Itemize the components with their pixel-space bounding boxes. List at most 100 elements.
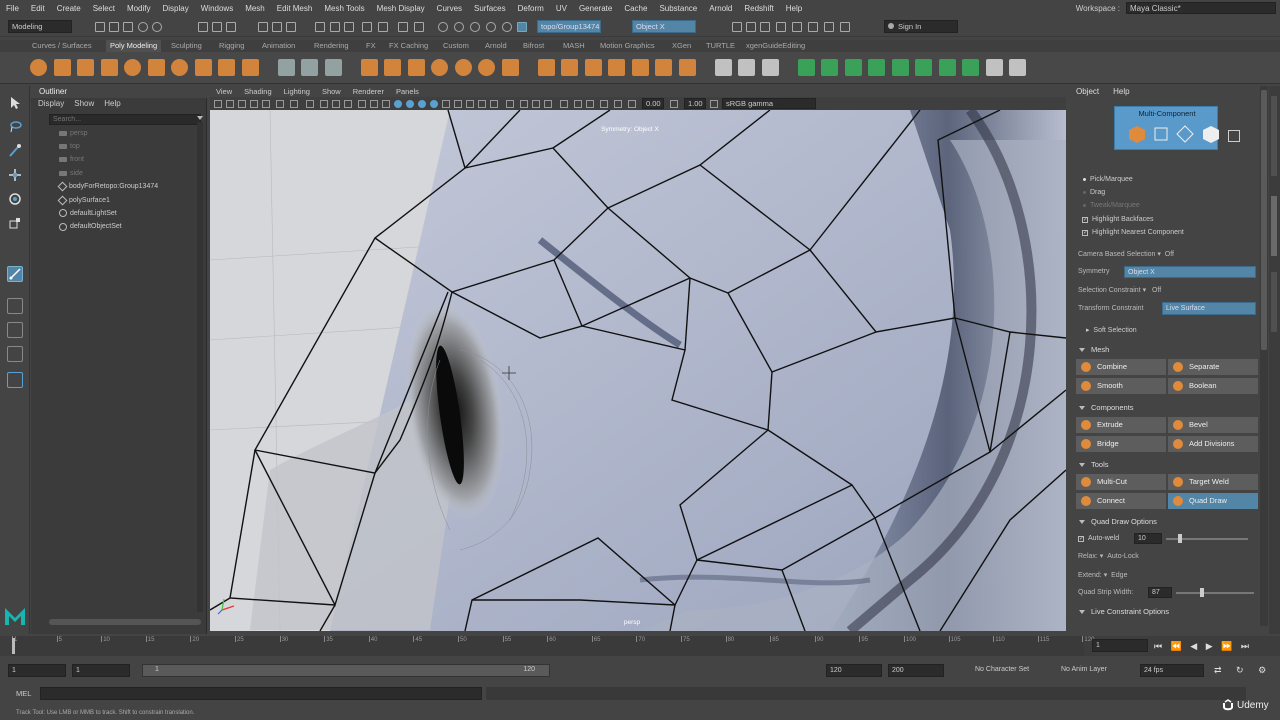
outliner-search-input[interactable] [49, 114, 201, 125]
anim-layer-dropdown[interactable]: No Anim Layer [1061, 666, 1107, 673]
shelf-bridge-icon[interactable] [655, 59, 672, 76]
shelf-uv-sew-icon[interactable] [915, 59, 932, 76]
viewport-tool-26-icon[interactable] [532, 100, 540, 108]
playback-controls[interactable]: ⏮ ⏪ ◀ ▶ ⏩ ⏭ [1154, 641, 1252, 652]
shelf-connect-icon[interactable] [761, 59, 779, 76]
viewport-tool-16-icon[interactable] [406, 100, 414, 108]
menu-generate[interactable]: Generate [573, 4, 618, 13]
object-name-field[interactable]: topo/Group13474 [537, 20, 601, 33]
shelf-tab-bifrost[interactable]: Bifrost [523, 41, 544, 50]
menu-modify[interactable]: Modify [121, 4, 157, 13]
attribute-editor-tab[interactable] [1271, 272, 1277, 332]
render-view-icon[interactable] [502, 22, 512, 32]
viewport-tool-14-icon[interactable] [382, 100, 390, 108]
menu-mesh[interactable]: Mesh [239, 4, 271, 13]
multi-component-mode[interactable]: Multi-Component [1114, 106, 1219, 150]
auto-weld-slider[interactable] [1166, 534, 1248, 543]
menu-substance[interactable]: Substance [653, 4, 703, 13]
four-view-icon[interactable] [7, 322, 23, 338]
camera-based-selection-row[interactable]: Camera Based Selection ▾ Off [1078, 250, 1174, 258]
pick-option-tweak-marquee[interactable]: Tweak/Marquee [1083, 202, 1140, 209]
gamma-field[interactable]: 1.00 [684, 98, 706, 109]
check-highlight-backfaces[interactable]: ✓ Highlight Backfaces [1082, 216, 1153, 223]
paint-select-tool-icon[interactable] [7, 143, 23, 159]
open-scene-icon[interactable] [109, 22, 119, 32]
viewport-tool-28-icon[interactable] [560, 100, 568, 108]
current-time-indicator[interactable] [12, 638, 15, 654]
shelf-uv-auto-icon[interactable] [868, 59, 885, 76]
select-component-icon[interactable] [226, 22, 236, 32]
viewport-3d[interactable]: Symmetry: Object X persp [210, 110, 1066, 631]
panel-menu-renderer[interactable]: Renderer [353, 86, 384, 97]
show-hide-character-controls-icon[interactable] [792, 22, 802, 32]
viewport-tool-13-icon[interactable] [370, 100, 378, 108]
scale-tool-icon[interactable] [7, 215, 23, 231]
auto-weld-field[interactable]: 10 [1134, 533, 1162, 544]
panel-menu-show[interactable]: Show [322, 86, 341, 97]
shelf-svg-icon[interactable] [241, 59, 259, 76]
shelf-tab-motion-graphics[interactable]: Motion Graphics [600, 41, 655, 50]
side-tabs[interactable] [1269, 86, 1280, 634]
shelf-tab-rendering[interactable]: Rendering [314, 41, 349, 50]
quad-draw-button[interactable]: Quad Draw [1168, 493, 1258, 509]
fps-dropdown[interactable]: 24 fps [1140, 664, 1204, 677]
toolkit-menu-help[interactable]: Help [1113, 86, 1129, 98]
viewport-tool-22-icon[interactable] [478, 100, 486, 108]
viewport-tool-4-icon[interactable] [250, 100, 258, 108]
quad-draw-tool-icon[interactable] [7, 266, 23, 282]
show-hide-attribute-editor-icon[interactable] [732, 22, 742, 32]
time-ruler[interactable]: 1 5 10 15 20 25 30 35 40 45 50 55 60 65 70 75 80 85 90 95 10… [12, 636, 1094, 656]
connect-button[interactable]: Connect [1076, 493, 1166, 509]
boolean-button[interactable]: Boolean [1168, 378, 1258, 394]
playback-start-field[interactable]: 1 [72, 664, 130, 677]
menu-windows[interactable]: Windows [195, 4, 239, 13]
shelf-sphere-icon[interactable] [30, 59, 47, 76]
viewport-tool-10-icon[interactable] [332, 100, 340, 108]
menu-cache[interactable]: Cache [618, 4, 653, 13]
shelf-bridge-curve-icon[interactable] [277, 59, 295, 76]
toolkit-scrollbar[interactable] [1260, 86, 1268, 626]
persp-outliner-icon[interactable] [7, 346, 23, 362]
multi-cut-button[interactable]: Multi-Cut [1076, 474, 1166, 490]
shelf-tab-mash[interactable]: MASH [563, 41, 585, 50]
outliner-item-top[interactable]: top [59, 140, 80, 152]
mesh-wireframe-view[interactable]: Symmetry: Object X persp [210, 110, 1066, 631]
viewport-tool-6-icon[interactable] [276, 100, 284, 108]
menu-create[interactable]: Create [51, 4, 87, 13]
single-perspective-view-icon[interactable] [7, 298, 23, 314]
hypershade-icon[interactable] [486, 22, 496, 32]
uv-mode-icon[interactable] [1228, 130, 1240, 142]
lasso-tool-icon[interactable] [7, 119, 23, 135]
shelf-target-weld-icon[interactable] [738, 59, 755, 76]
outliner-item-defaultlightset[interactable]: defaultLightSet [59, 207, 117, 219]
menu-mesh-tools[interactable]: Mesh Tools [318, 4, 370, 13]
menu-set-dropdown[interactable]: Modeling [8, 20, 72, 33]
modeling-toolkit-tab[interactable] [1271, 196, 1277, 256]
viewport-tool-30-icon[interactable] [586, 100, 594, 108]
target-weld-button[interactable]: Target Weld [1168, 474, 1258, 490]
render-frame-icon[interactable] [438, 22, 448, 32]
quad-strip-width-slider[interactable] [1176, 588, 1254, 597]
separate-button[interactable]: Separate [1168, 359, 1258, 375]
menu-mesh-display[interactable]: Mesh Display [371, 4, 431, 13]
quad-draw-options-header[interactable]: Quad Draw Options [1073, 516, 1258, 528]
menu-file[interactable]: File [0, 4, 25, 13]
workspace-selector[interactable]: Workspace : Maya Classic* [1076, 0, 1280, 16]
character-set-dropdown[interactable]: No Character Set [975, 666, 1029, 673]
face-mask-icon[interactable] [286, 22, 296, 32]
viewport-tool-23-icon[interactable] [490, 100, 498, 108]
extend-row[interactable]: Extend: ▾ Edge [1078, 571, 1127, 579]
shelf-append-icon[interactable] [678, 59, 696, 76]
panel-menu-shading[interactable]: Shading [244, 86, 272, 97]
outliner-menu-help[interactable]: Help [104, 98, 120, 110]
viewport-tool-2-icon[interactable] [226, 100, 234, 108]
menu-arnold[interactable]: Arnold [703, 4, 738, 13]
symmetry-toggle-icon[interactable] [517, 22, 527, 32]
outliner-item-side[interactable]: side [59, 167, 83, 179]
vertex-mask-icon[interactable] [258, 22, 268, 32]
shelf-smooth-icon[interactable] [501, 59, 519, 76]
layout-2-icon[interactable] [824, 22, 834, 32]
redo-icon[interactable] [152, 22, 162, 32]
shelf-tab-poly-modeling[interactable]: Poly Modeling [106, 40, 162, 52]
add-divisions-button[interactable]: Add Divisions [1168, 436, 1258, 452]
